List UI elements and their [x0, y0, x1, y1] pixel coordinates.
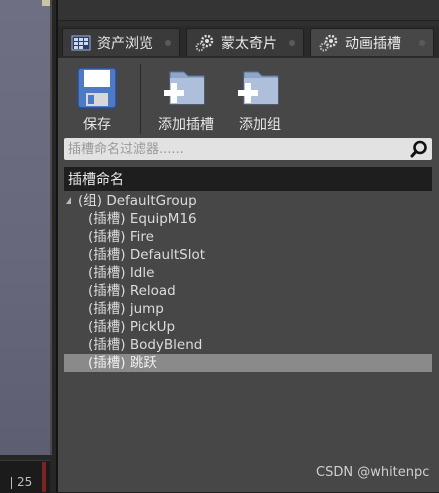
- tab-montage[interactable]: 蒙太奇片: [186, 28, 304, 56]
- slot-tree: (组) DefaultGroup (插槽) EquipM16 (插槽) Fire…: [64, 192, 432, 372]
- slot-filter-input[interactable]: [68, 139, 398, 159]
- slot-label: (插槽) DefaultSlot: [88, 247, 206, 263]
- slot-label: (插槽) Reload: [88, 283, 176, 299]
- tab-asset-browser[interactable]: 资产浏览: [62, 28, 180, 56]
- viewport-corner: [42, 0, 50, 6]
- add-slot-label: 添加插槽: [158, 117, 214, 133]
- watermark: CSDN @whitenpc: [316, 465, 430, 480]
- slot-list-header-label: 插槽命名: [68, 172, 124, 188]
- slot-label: (插槽) EquipM16: [88, 211, 197, 227]
- expand-arrow-icon[interactable]: [66, 197, 71, 204]
- tree-slot-row[interactable]: (插槽) BodyBlend: [64, 336, 432, 354]
- slot-label: (插槽) 跳跃: [88, 355, 157, 371]
- panel-top-strip: [58, 0, 439, 21]
- slot-list-header[interactable]: 插槽命名: [64, 167, 432, 191]
- save-button[interactable]: 保存: [76, 66, 118, 134]
- montage-gear-icon: [195, 34, 215, 52]
- tree-slot-row[interactable]: (插槽) DefaultSlot: [64, 246, 432, 264]
- timeline-playhead[interactable]: [42, 462, 46, 492]
- tree-slot-row[interactable]: (插槽) Fire: [64, 228, 432, 246]
- tab-anim-slot[interactable]: 动画插槽: [310, 28, 434, 56]
- save-icon: [77, 67, 117, 109]
- toolbar-separator: [140, 64, 141, 134]
- tree-slot-row[interactable]: (插槽) Reload: [64, 282, 432, 300]
- search-icon[interactable]: [410, 140, 428, 158]
- asset-browser-icon: [71, 34, 91, 52]
- slot-filter: [64, 138, 432, 160]
- add-slot-icon: [164, 71, 205, 105]
- tree-slot-row-selected[interactable]: (插槽) 跳跃: [64, 354, 432, 372]
- add-group-icon: [238, 71, 279, 105]
- group-label: (组) DefaultGroup: [78, 193, 197, 209]
- tab-bar: 资产浏览 蒙太奇片 动画插槽: [58, 26, 439, 58]
- timeline-frame-number: 25: [17, 475, 33, 489]
- add-group-label: 添加组: [239, 117, 281, 133]
- tree-slot-row[interactable]: (插槽) Idle: [64, 264, 432, 282]
- tab-asset-browser-label: 资产浏览: [97, 35, 153, 52]
- tree-slot-row[interactable]: (插槽) jump: [64, 300, 432, 318]
- timeline-tick: [11, 477, 12, 489]
- viewport[interactable]: [0, 0, 52, 455]
- slot-label: (插槽) PickUp: [88, 319, 176, 335]
- tree-slot-row[interactable]: (插槽) PickUp: [64, 318, 432, 336]
- add-slot-button[interactable]: 添加插槽: [158, 66, 214, 134]
- save-label: 保存: [83, 117, 111, 133]
- slot-label: (插槽) Fire: [88, 229, 154, 245]
- tab-montage-label: 蒙太奇片: [221, 35, 277, 52]
- slot-label: (插槽) jump: [88, 301, 164, 317]
- tree-group-row[interactable]: (组) DefaultGroup: [64, 192, 432, 210]
- tab-anim-slot-label: 动画插槽: [345, 35, 401, 52]
- slot-label: (插槽) Idle: [88, 265, 155, 281]
- add-group-button[interactable]: 添加组: [234, 66, 286, 134]
- anim-slot-gear-icon: [319, 34, 339, 52]
- slot-label: (插槽) BodyBlend: [88, 337, 203, 353]
- tab-close-icon[interactable]: [419, 40, 425, 46]
- tab-close-icon[interactable]: [165, 40, 171, 46]
- tree-slot-row[interactable]: (插槽) EquipM16: [64, 210, 432, 228]
- tab-close-icon[interactable]: [289, 40, 295, 46]
